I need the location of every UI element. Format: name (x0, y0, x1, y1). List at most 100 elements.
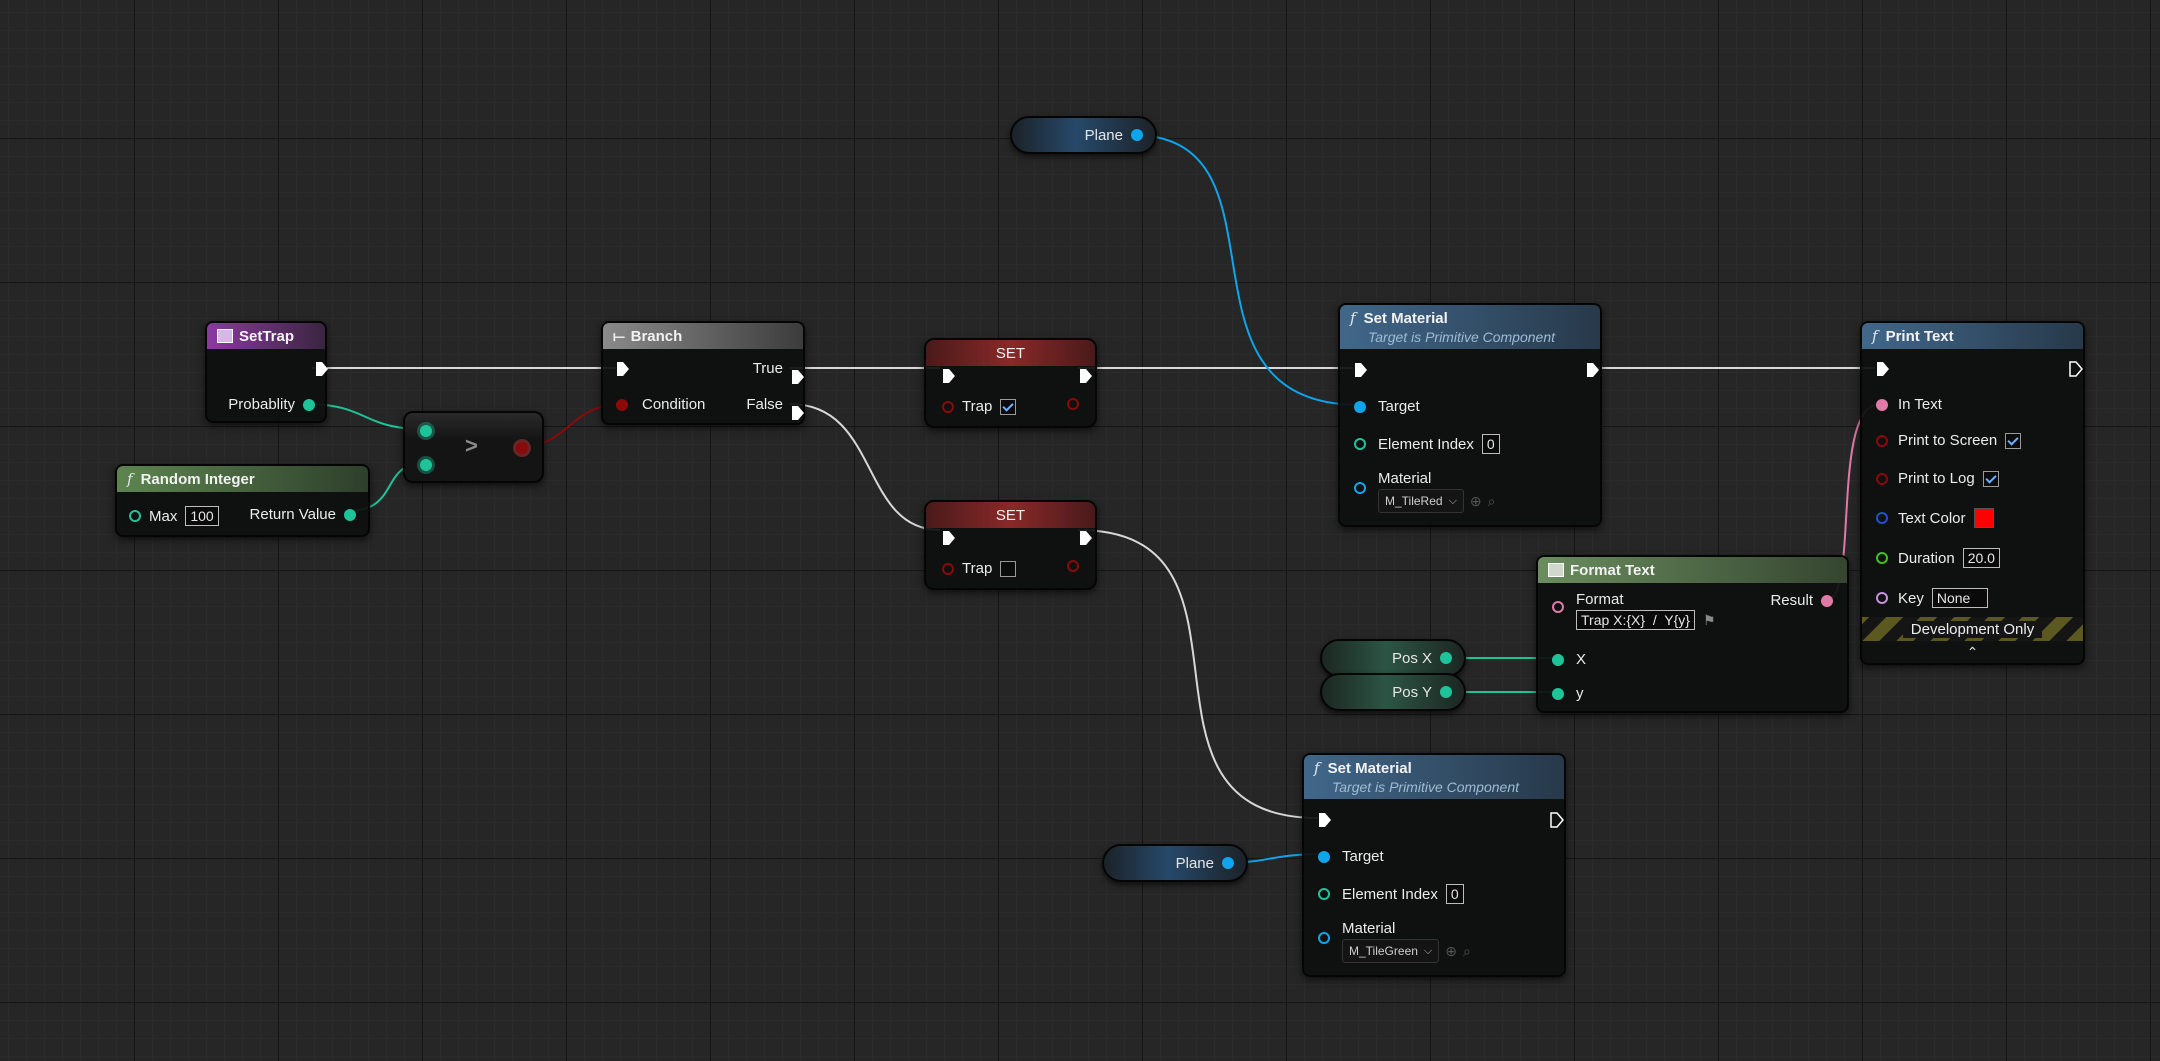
pos-x-pin[interactable] (1440, 652, 1452, 664)
duration-input[interactable]: 20.0 (1962, 548, 2000, 568)
material-dropdown[interactable]: M_TileGreen ⌵ (1342, 939, 1440, 963)
set-material-title: Set Material (1327, 760, 1412, 777)
set-trap-false-node[interactable]: SET Trap (924, 500, 1097, 590)
pos-x-label: Pos X (1391, 649, 1432, 667)
set-material-header: f Set Material Target is Primitive Compon… (1340, 305, 1600, 349)
duration-label: Duration (1898, 549, 1955, 567)
format-label: Format (1576, 591, 1624, 608)
element-index-input[interactable]: 0 (1445, 884, 1464, 904)
greater-symbol: > (465, 433, 478, 458)
duration-pin[interactable] (1876, 552, 1888, 564)
print-to-screen-checkbox[interactable] (2005, 432, 2022, 449)
material-label: Material (1378, 470, 1432, 487)
pos-y-pin[interactable] (1440, 686, 1452, 698)
true-label: True (752, 360, 783, 377)
print-to-screen-label: Print to Screen (1898, 432, 1998, 449)
format-text-icon (1548, 563, 1564, 577)
branch-icon: ⟝ (613, 327, 625, 344)
branch-node[interactable]: ⟝ Branch True Condition False (601, 321, 805, 425)
element-index-pin[interactable] (1318, 888, 1330, 900)
format-text-title: Format Text (1570, 561, 1655, 579)
element-index-pin[interactable] (1354, 438, 1366, 450)
flag-icon[interactable]: ⚑ (1703, 612, 1716, 629)
browse-icon[interactable]: ⌕ (1488, 493, 1496, 510)
plane-pin[interactable] (1131, 129, 1143, 141)
print-to-log-pin[interactable] (1876, 472, 1888, 485)
format-input[interactable]: Trap X:{X} / Y{y} (1576, 610, 1695, 630)
settrap-node[interactable]: SetTrap Probablity (205, 321, 328, 423)
development-only-banner: Development Only (1862, 617, 2083, 641)
random-integer-node[interactable]: f Random Integer Max 100 Return Value (115, 464, 370, 537)
exec-wire-branch-set2 (789, 403, 941, 531)
format-text-header: Format Text (1538, 557, 1847, 583)
target-pin[interactable] (1318, 850, 1330, 863)
pos-y-variable[interactable]: Pos Y (1320, 673, 1466, 711)
plane-label: Plane (1084, 126, 1123, 144)
element-index-label: Element Index (1342, 885, 1438, 903)
greater-result-pin[interactable] (516, 442, 528, 454)
trap-in-pin[interactable] (942, 562, 954, 575)
in-text-pin[interactable] (1876, 398, 1888, 411)
trap-checkbox[interactable] (1000, 398, 1017, 415)
trap-checkbox[interactable] (1000, 560, 1017, 577)
y-pin[interactable] (1552, 687, 1564, 700)
plane-pin[interactable] (1222, 857, 1234, 869)
set-material-node[interactable]: f Set Material Target is Primitive Compon… (1302, 753, 1566, 977)
settrap-title: SetTrap (239, 327, 295, 345)
pos-y-label: Pos Y (1392, 683, 1432, 701)
greater-b-pin[interactable] (420, 459, 432, 471)
key-pin[interactable] (1876, 592, 1888, 604)
target-label: Target (1378, 398, 1420, 415)
set-title: SET (995, 344, 1026, 362)
target-pin[interactable] (1354, 400, 1366, 413)
trap-out-pin[interactable] (1067, 560, 1079, 572)
material-pin[interactable] (1318, 932, 1330, 944)
result-pin[interactable] (1821, 594, 1833, 607)
random-integer-header: f Random Integer (117, 466, 368, 492)
set-header: SET (926, 502, 1095, 528)
condition-pin[interactable] (616, 398, 628, 411)
text-color-pin[interactable] (1876, 512, 1888, 524)
material-value: M_TileRed (1385, 494, 1443, 508)
material-label: Material (1342, 920, 1396, 937)
set-material-node[interactable]: f Set Material Target is Primitive Compon… (1338, 303, 1602, 527)
x-pin[interactable] (1552, 653, 1564, 666)
condition-label: Condition (642, 396, 706, 413)
set-trap-true-node[interactable]: SET Trap (924, 338, 1097, 428)
key-input[interactable]: None (1931, 588, 1988, 608)
print-text-header: f Print Text (1862, 323, 2083, 349)
element-index-input[interactable]: 0 (1481, 434, 1500, 454)
trap-in-pin[interactable] (942, 400, 954, 413)
print-text-node[interactable]: f Print Text In Text Print to Screen Pri… (1860, 321, 2085, 665)
material-pin[interactable] (1354, 482, 1366, 494)
format-text-node[interactable]: Format Text Format Trap X:{X} / Y{y} ⚑ R… (1536, 555, 1849, 713)
function-icon: f (1350, 309, 1356, 327)
greater-than-node[interactable]: > (403, 411, 544, 483)
text-color-swatch[interactable] (1973, 508, 1994, 528)
material-dropdown[interactable]: M_TileRed ⌵ (1378, 489, 1464, 513)
plane-variable[interactable]: Plane (1010, 116, 1157, 154)
text-color-label: Text Color (1898, 509, 1966, 527)
browse-icon[interactable]: ⌕ (1463, 943, 1471, 960)
set-material-title: Set Material (1363, 310, 1448, 327)
use-selected-icon[interactable]: ⊕ (1445, 943, 1457, 960)
probablity-label: Probablity (228, 396, 295, 413)
chevron-down-icon: ⌵ (1423, 944, 1433, 957)
pos-x-variable[interactable]: Pos X (1320, 639, 1466, 677)
max-input[interactable]: 100 (185, 506, 219, 526)
print-to-screen-pin[interactable] (1876, 434, 1888, 447)
plane-variable[interactable]: Plane (1102, 844, 1248, 882)
use-selected-icon[interactable]: ⊕ (1470, 493, 1482, 510)
probablity-pin[interactable] (303, 398, 315, 411)
greater-a-pin[interactable] (420, 425, 432, 437)
format-pin[interactable] (1552, 601, 1564, 613)
print-to-log-checkbox[interactable] (1982, 470, 1999, 487)
trap-out-pin[interactable] (1067, 398, 1079, 410)
trap-label: Trap (962, 398, 993, 415)
collapse-icon[interactable]: ⌃ (1862, 644, 2083, 661)
exec-wire-set2-setmat2 (1077, 529, 1319, 819)
max-pin[interactable] (129, 510, 141, 522)
function-icon: f (1872, 327, 1878, 345)
return-value-pin[interactable] (344, 508, 356, 521)
function-icon: f (1314, 759, 1320, 777)
